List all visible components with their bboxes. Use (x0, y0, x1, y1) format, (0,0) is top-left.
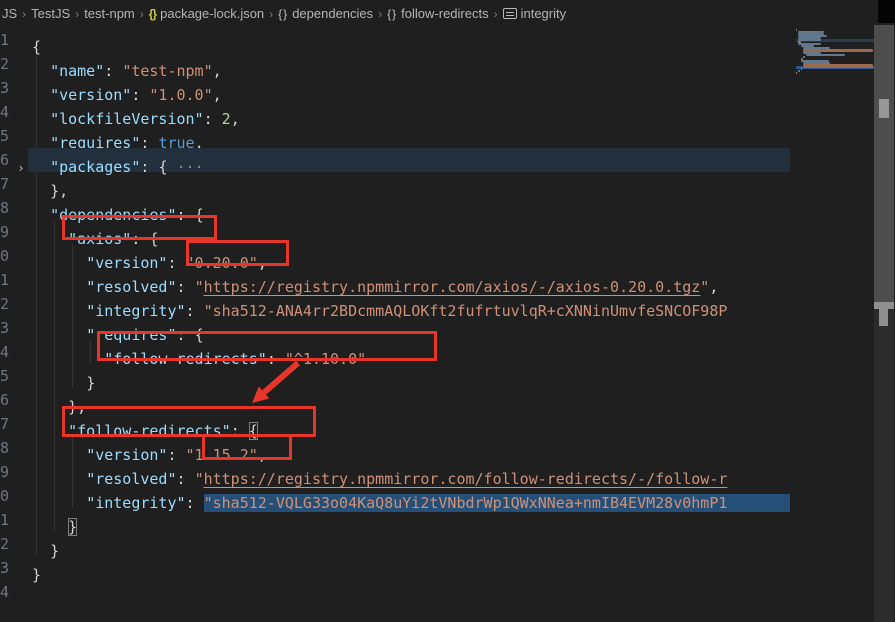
line-number: 7 (0, 172, 10, 196)
code-line[interactable]: 5 } (0, 364, 790, 388)
symbol-object-icon: {} (278, 7, 288, 21)
code-line[interactable]: 4 "lockfileVersion": 2, (0, 100, 790, 124)
scrollbar-track[interactable] (874, 25, 894, 622)
line-number: 2 (0, 532, 10, 556)
code-line[interactable]: 1 } (0, 508, 790, 532)
line-number: 2 (0, 52, 10, 76)
line-number: 0 (0, 244, 10, 268)
code-line[interactable]: 4 "follow-redirects": "^1.10.0" (0, 340, 790, 364)
line-number: 1 (0, 268, 10, 292)
minimap-line (798, 39, 821, 41)
breadcrumb-label: test-npm (84, 6, 135, 21)
code-line[interactable]: 9 "axios": { (0, 220, 790, 244)
code-line[interactable]: 3 "version": "1.0.0", (0, 76, 790, 100)
line-number: 8 (0, 436, 10, 460)
code-line[interactable]: 3} (0, 556, 790, 580)
breadcrumb-item-package-lock-json[interactable]: {} package-lock.json (149, 6, 264, 21)
breadcrumb-item-dependencies[interactable]: {} dependencies (278, 6, 373, 21)
code-line[interactable]: 1 "resolved": "https://registry.npmmirro… (0, 268, 790, 292)
json-file-icon: {} (149, 7, 156, 21)
symbol-string-icon (503, 8, 517, 19)
breadcrumb-label: package-lock.json (160, 6, 264, 21)
line-number: 9 (0, 220, 10, 244)
line-number: 4 (0, 340, 10, 364)
breadcrumb-item-js[interactable]: JS (2, 6, 17, 21)
code-line[interactable]: 0 "integrity": "sha512-VQLG33o04KaQ8uYi2… (0, 484, 790, 508)
code-line[interactable]: 0 "version": "0.20.0", (0, 244, 790, 268)
breadcrumb-separator-icon: › (140, 7, 144, 21)
code-line[interactable]: 2 } (0, 532, 790, 556)
breadcrumb-label: TestJS (31, 6, 70, 21)
code-line[interactable]: 3 "requires": { (0, 316, 790, 340)
code-line[interactable]: 9 "resolved": "https://registry.npmmirro… (0, 460, 790, 484)
line-number: 1 (0, 508, 10, 532)
line-number: 6 (0, 388, 10, 412)
breadcrumb-separator-icon: › (378, 7, 382, 21)
minimap-line (803, 66, 873, 68)
line-number: 9 (0, 460, 10, 484)
scrollbar-thumb[interactable] (874, 25, 894, 302)
code-line[interactable]: 7 }, (0, 172, 790, 196)
line-number: 5 (0, 364, 10, 388)
minimap[interactable] (796, 29, 874, 99)
code-line[interactable]: 4 (0, 580, 790, 604)
breadcrumb-label: follow-redirects (401, 6, 488, 21)
breadcrumb-item-follow-redirects[interactable]: {} follow-redirects (387, 6, 488, 21)
breadcrumb-label: JS (2, 6, 17, 21)
line-number: 3 (0, 76, 10, 100)
symbol-object-icon: {} (387, 7, 397, 21)
code-line[interactable]: 7 "follow-redirects": { (0, 412, 790, 436)
breadcrumb-separator-icon: › (269, 7, 273, 21)
breadcrumb-label: integrity (521, 6, 567, 21)
line-number: 2 (0, 292, 10, 316)
code-line[interactable]: 5 "requires": true, (0, 124, 790, 148)
minimap-line (796, 72, 797, 74)
line-number: 5 (0, 124, 10, 148)
line-number: 3 (0, 556, 10, 580)
code-line[interactable]: 6› "packages": { ··· (0, 148, 790, 172)
code-lines: 1{2 "name": "test-npm",3 "version": "1.0… (0, 28, 790, 604)
code-line[interactable]: 2 "integrity": "sha512-ANA4rr2BDcmmAQLOK… (0, 292, 790, 316)
breadcrumb-item-test-npm[interactable]: test-npm (84, 6, 135, 21)
code-line[interactable]: 1{ (0, 28, 790, 52)
line-number: 0 (0, 484, 10, 508)
line-number: 3 (0, 316, 10, 340)
breadcrumb-item-integrity[interactable]: integrity (503, 6, 567, 21)
window-corner (878, 0, 895, 23)
minimap-line (806, 54, 845, 56)
code-line[interactable]: 8 "version": "1.15.2", (0, 436, 790, 460)
line-number: 6 (0, 148, 10, 172)
minimap-line (801, 68, 802, 70)
code-line[interactable]: 8 "dependencies": { (0, 196, 790, 220)
code-line[interactable]: 2 "name": "test-npm", (0, 52, 790, 76)
breadcrumb-item-testjs[interactable]: TestJS (31, 6, 70, 21)
breadcrumb-separator-icon: › (494, 7, 498, 21)
breadcrumb-label: dependencies (292, 6, 373, 21)
scrollbar-decoration (879, 99, 889, 118)
code-editor[interactable]: 1{2 "name": "test-npm",3 "version": "1.0… (0, 28, 790, 622)
minimap-line (803, 56, 804, 58)
line-number: 7 (0, 412, 10, 436)
code-line[interactable]: 6 }, (0, 388, 790, 412)
line-number: 1 (0, 28, 10, 52)
breadcrumb-separator-icon: › (22, 7, 26, 21)
scrollbar-decoration (879, 309, 888, 326)
minimap-line (798, 70, 799, 72)
scrollbar-decoration (874, 302, 894, 309)
breadcrumb: JS › TestJS › test-npm › {} package-lock.json › {… (0, 0, 895, 27)
minimap-line (796, 29, 797, 31)
line-number: 4 (0, 100, 10, 124)
line-number: 8 (0, 196, 10, 220)
line-number: 4 (0, 580, 10, 604)
breadcrumb-separator-icon: › (75, 7, 79, 21)
